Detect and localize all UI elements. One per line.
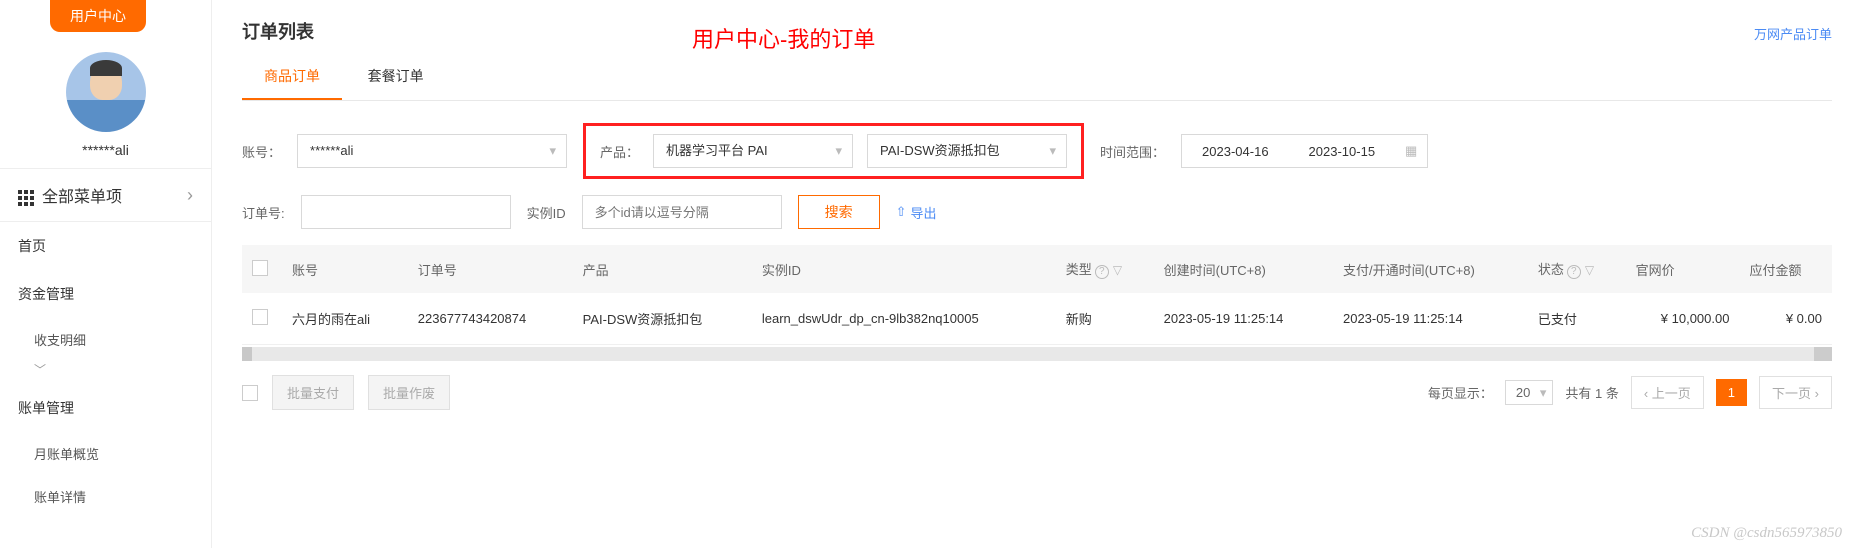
export-label: 导出: [911, 203, 937, 222]
prev-page-button[interactable]: ‹ 上一页: [1631, 376, 1704, 409]
filter-row-1: 账号： ******ali 产品： 机器学习平台 PAI PAI-DSW资源抵扣…: [242, 123, 1832, 179]
horizontal-scrollbar[interactable]: [242, 347, 1832, 361]
subproduct-select[interactable]: PAI-DSW资源抵扣包: [867, 134, 1067, 168]
cell-product: PAI-DSW资源抵扣包: [573, 293, 752, 345]
time-range-label: 时间范围：: [1100, 142, 1165, 161]
order-no-input[interactable]: [301, 195, 511, 229]
col-account: 账号: [282, 245, 408, 293]
search-button[interactable]: 搜索: [798, 195, 880, 229]
product-select[interactable]: 机器学习平台 PAI: [653, 134, 853, 168]
col-product: 产品: [573, 245, 752, 293]
username: ******ali: [0, 142, 211, 158]
account-label: 账号：: [242, 142, 281, 161]
cell-instance: learn_dswUdr_dp_cn-9lb382nq10005: [752, 293, 1056, 345]
col-pay-time: 支付/开通时间(UTC+8): [1333, 245, 1528, 293]
avatar[interactable]: [66, 52, 146, 132]
help-icon[interactable]: ?: [1095, 265, 1109, 279]
instance-id-input[interactable]: [582, 195, 782, 229]
help-icon[interactable]: ?: [1567, 265, 1581, 279]
col-type[interactable]: 类型?▽: [1056, 245, 1154, 293]
col-instance: 实例ID: [752, 245, 1056, 293]
pagination: 每页显示： 20 共有 1 条 ‹ 上一页 1 下一页 ›: [1428, 376, 1832, 409]
col-payable: 应付金额: [1739, 245, 1832, 293]
grid-icon: [18, 190, 34, 206]
export-link[interactable]: ⇧ 导出: [896, 203, 937, 222]
col-order-no: 订单号: [408, 245, 573, 293]
select-all-checkbox[interactable]: [252, 260, 268, 276]
cell-official-price: ¥ 10,000.00: [1626, 293, 1740, 345]
export-icon: ⇧: [896, 204, 907, 220]
product-label: 产品：: [600, 142, 639, 161]
table-row: 六月的雨在ali 223677743420874 PAI-DSW资源抵扣包 le…: [242, 293, 1832, 345]
sidebar-item-home[interactable]: 首页: [0, 222, 211, 270]
row-checkbox[interactable]: [252, 309, 268, 325]
account-select[interactable]: ******ali: [297, 134, 567, 168]
product-value: 机器学习平台 PAI: [666, 143, 768, 158]
col-status[interactable]: 状态?▽: [1528, 245, 1626, 293]
account-value: ******ali: [310, 143, 353, 158]
page-number-current[interactable]: 1: [1716, 379, 1747, 406]
batch-pay-button[interactable]: 批量支付: [272, 375, 354, 410]
filter-icon[interactable]: ▽: [1585, 263, 1594, 277]
cell-pay-time: 2023-05-19 11:25:14: [1333, 293, 1528, 345]
instance-label: 实例ID: [527, 203, 566, 222]
product-highlight-box: 产品： 机器学习平台 PAI PAI-DSW资源抵扣包: [583, 123, 1084, 179]
date-end: 2023-10-15: [1289, 144, 1396, 159]
cell-create-time: 2023-05-19 11:25:14: [1154, 293, 1333, 345]
filter-icon[interactable]: ▽: [1113, 263, 1122, 277]
annotation-text: 用户中心-我的订单: [692, 22, 875, 54]
all-menu-header[interactable]: 全部菜单项 ›: [0, 168, 211, 222]
next-page-button[interactable]: 下一页 ›: [1759, 376, 1832, 409]
date-start: 2023-04-16: [1182, 144, 1289, 159]
footer-row: 批量支付 批量作废 每页显示： 20 共有 1 条 ‹ 上一页 1 下一页 ›: [242, 361, 1832, 424]
sidebar: 用户中心 ******ali 全部菜单项 › 首页 资金管理 收支明细 ﹀ 账单…: [0, 0, 212, 548]
sidebar-item-bill[interactable]: 账单管理: [0, 384, 211, 432]
cell-payable: ¥ 0.00: [1739, 293, 1832, 345]
filter-row-2: 订单号: 实例ID 搜索 ⇧ 导出: [242, 195, 1832, 229]
chevron-down-icon[interactable]: ﹀: [0, 361, 211, 384]
cell-type: 新购: [1056, 293, 1154, 345]
sidebar-sub-month[interactable]: 月账单概览: [0, 432, 211, 475]
page-size-select[interactable]: 20: [1505, 380, 1553, 405]
user-center-tab[interactable]: 用户中心: [50, 0, 146, 32]
chevron-right-icon: ›: [187, 185, 193, 206]
main-content: 订单列表 用户中心-我的订单 万网产品订单 商品订单 套餐订单 账号： ****…: [212, 0, 1862, 548]
cell-status: 已支付: [1528, 293, 1626, 345]
calendar-icon: ▦: [1395, 143, 1427, 159]
tab-product-orders[interactable]: 商品订单: [242, 54, 342, 100]
footer-select-all-checkbox[interactable]: [242, 385, 258, 401]
orders-table: 账号 订单号 产品 实例ID 类型?▽ 创建时间(UTC+8) 支付/开通时间(…: [242, 245, 1832, 345]
subproduct-value: PAI-DSW资源抵扣包: [880, 143, 1000, 158]
col-create-time: 创建时间(UTC+8): [1154, 245, 1333, 293]
date-range-picker[interactable]: 2023-04-16 2023-10-15 ▦: [1181, 134, 1428, 168]
per-page-label: 每页显示：: [1428, 383, 1493, 402]
sidebar-sub-detail[interactable]: 账单详情: [0, 475, 211, 518]
cell-order-no: 223677743420874: [408, 293, 573, 345]
order-no-label: 订单号:: [242, 203, 285, 222]
tab-package-orders[interactable]: 套餐订单: [346, 54, 446, 98]
batch-void-button[interactable]: 批量作废: [368, 375, 450, 410]
all-menu-label: 全部菜单项: [42, 189, 122, 206]
page-title: 订单列表: [242, 18, 314, 44]
avatar-block: ******ali: [0, 32, 211, 168]
col-official-price: 官网价: [1626, 245, 1740, 293]
wanwang-orders-link[interactable]: 万网产品订单: [1754, 24, 1832, 43]
cell-account: 六月的雨在ali: [282, 293, 408, 345]
total-count: 共有 1 条: [1565, 383, 1618, 402]
sidebar-sub-income[interactable]: 收支明细: [0, 318, 211, 361]
tabs: 商品订单 套餐订单: [242, 54, 1832, 101]
sidebar-item-fund[interactable]: 资金管理: [0, 270, 211, 318]
